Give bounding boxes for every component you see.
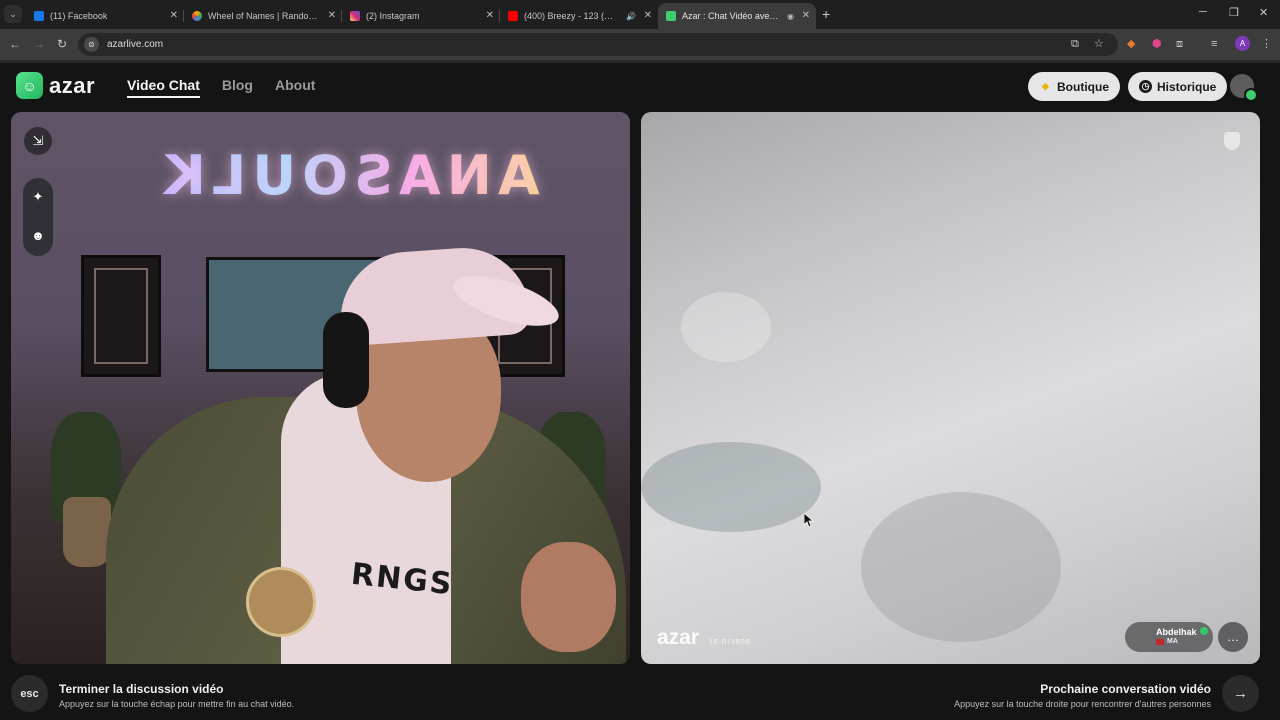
url-text: azarlive.com <box>107 39 164 50</box>
tab-facebook[interactable]: (11) Facebook ✕ <box>26 3 184 29</box>
back-arrow-icon[interactable]: ← <box>9 37 21 51</box>
watermark-id: 1E-R74B9B <box>709 639 751 646</box>
close-icon[interactable]: ✕ <box>802 10 810 22</box>
verified-icon <box>1199 627 1208 635</box>
reload-icon[interactable]: ↻ <box>57 37 67 51</box>
next-chat-title: Prochaine conversation vidéo <box>1040 682 1211 696</box>
azar-page: ☺ azar Video Chat Blog About ◆ Boutique … <box>0 60 1280 720</box>
azar-logo[interactable]: ☺ azar <box>16 72 95 99</box>
tab-title: (2) Instagram <box>366 11 420 21</box>
clock-icon: ◷ <box>1139 80 1152 93</box>
tab-instagram[interactable]: (2) Instagram ✕ <box>342 3 500 29</box>
local-video: ANASOULK RNGS ⇲ ✦ ☻ <box>11 112 630 664</box>
headphone <box>323 312 369 408</box>
close-icon[interactable]: ✕ <box>486 10 494 22</box>
url-field[interactable]: ⊜ azarlive.com <box>78 33 1118 56</box>
extension-shield-icon[interactable]: ⬢ <box>1152 37 1162 51</box>
new-tab-button[interactable]: + <box>822 7 830 21</box>
tab-strip: (11) Facebook ✕ Wheel of Names | Random … <box>26 3 816 29</box>
site-info-icon[interactable]: ⊜ <box>84 37 99 52</box>
face-mask-icon[interactable]: ☻ <box>23 220 53 250</box>
nav-about[interactable]: About <box>275 77 315 98</box>
tab-wheel-of-names[interactable]: Wheel of Names | Random nam ✕ <box>184 3 342 29</box>
video-blur <box>641 442 821 532</box>
close-icon[interactable]: ✕ <box>644 10 652 22</box>
video-blur <box>861 492 1061 642</box>
address-bar-row: ← → ↻ ⊜ azarlive.com ⧉ ☆ ◆ ⬢ ⧈ ≡ A ⋮ <box>0 29 1280 60</box>
youtube-icon <box>508 11 518 21</box>
install-app-icon[interactable]: ⧉ <box>1071 37 1079 51</box>
peer-info: Abdelhak MA <box>1156 627 1208 647</box>
peer-profile-chip[interactable]: Abdelhak MA <box>1125 622 1213 652</box>
close-icon[interactable]: ✕ <box>328 10 336 22</box>
restore-icon[interactable]: ❐ <box>1229 6 1239 19</box>
facebook-icon <box>34 11 44 21</box>
historique-label: Historique <box>1157 79 1217 94</box>
azar-watermark: azar 1E-R74B9B <box>657 626 751 650</box>
report-shield-icon[interactable] <box>1224 132 1240 150</box>
instagram-icon <box>350 11 360 21</box>
logo-text: azar <box>49 72 96 98</box>
extensions-puzzle-icon[interactable]: ⧈ <box>1176 37 1183 51</box>
extension-fox-icon[interactable]: ◆ <box>1127 37 1135 51</box>
tab-azar[interactable]: Azar : Chat Vidéo avec de n ◉ ✕ <box>658 3 816 29</box>
effects-toolbar: ✦ ☻ <box>23 178 53 256</box>
user-avatar-icon[interactable] <box>1230 74 1258 102</box>
pot-left <box>63 497 111 567</box>
browser-tab-bar: ⌄ (11) Facebook ✕ Wheel of Names | Rando… <box>0 0 1280 29</box>
peer-country: MA <box>1156 637 1208 647</box>
recording-icon: ◉ <box>787 11 794 21</box>
minimize-icon[interactable]: ─ <box>1199 6 1207 18</box>
close-window-icon[interactable]: ✕ <box>1259 6 1268 19</box>
end-chat-hint: Appuyez sur la touche échap pour mettre … <box>59 699 295 709</box>
esc-key-button[interactable]: esc <box>11 675 48 712</box>
media-control-icon[interactable]: ≡ <box>1211 37 1217 51</box>
speaker-icon[interactable]: 🔊 <box>626 12 636 21</box>
peer-avatar <box>1129 626 1151 648</box>
bookmark-star-icon[interactable]: ☆ <box>1094 37 1104 51</box>
main-nav: Video Chat Blog About <box>127 77 315 98</box>
video-blur <box>681 292 771 362</box>
azar-icon <box>666 11 676 21</box>
kebab-menu-icon[interactable]: ⋮ <box>1261 37 1272 51</box>
morocco-flag-icon <box>1156 639 1164 645</box>
next-arrow-button[interactable]: → <box>1222 675 1259 712</box>
person-hand <box>521 542 616 652</box>
wall-frame-left <box>81 255 161 377</box>
tab-search-chevron-icon[interactable]: ⌄ <box>4 5 22 23</box>
boutique-label: Boutique <box>1057 79 1109 94</box>
tab-title: Wheel of Names | Random nam <box>208 11 320 21</box>
historique-button[interactable]: ◷ Historique <box>1128 72 1228 101</box>
jacket-patch <box>246 567 316 637</box>
neon-sign: ANASOULK <box>158 144 540 207</box>
gem-icon: ◆ <box>1042 81 1049 91</box>
watermark-logo: azar <box>657 626 700 649</box>
swap-view-icon[interactable]: ⇲ <box>24 127 52 155</box>
close-icon[interactable]: ✕ <box>170 10 178 22</box>
nav-blog[interactable]: Blog <box>222 77 253 98</box>
sparkle-filter-icon[interactable]: ✦ <box>23 182 53 212</box>
header-divider <box>0 60 1280 63</box>
tab-title: (11) Facebook <box>50 11 108 21</box>
forward-arrow-icon[interactable]: → <box>33 37 45 51</box>
remote-video: azar 1E-R74B9B Abdelhak MA … <box>641 112 1260 664</box>
end-chat-title: Terminer la discussion vidéo <box>59 682 224 696</box>
profile-avatar[interactable]: A <box>1235 36 1250 51</box>
next-chat-hint: Appuyez sur la touche droite pour rencon… <box>954 699 1211 709</box>
tab-youtube[interactable]: (400) Breezy - 123 (Official 🔊 ✕ <box>500 3 658 29</box>
chat-bubble-button[interactable]: … <box>1218 622 1248 652</box>
tab-title: Azar : Chat Vidéo avec de n <box>682 11 779 21</box>
boutique-button[interactable]: ◆ Boutique <box>1028 72 1120 101</box>
peer-name: Abdelhak <box>1156 627 1208 637</box>
tab-title: (400) Breezy - 123 (Official <box>524 11 618 21</box>
wheel-icon <box>192 11 202 21</box>
azar-logo-icon: ☺ <box>16 72 43 99</box>
nav-video-chat[interactable]: Video Chat <box>127 77 200 98</box>
